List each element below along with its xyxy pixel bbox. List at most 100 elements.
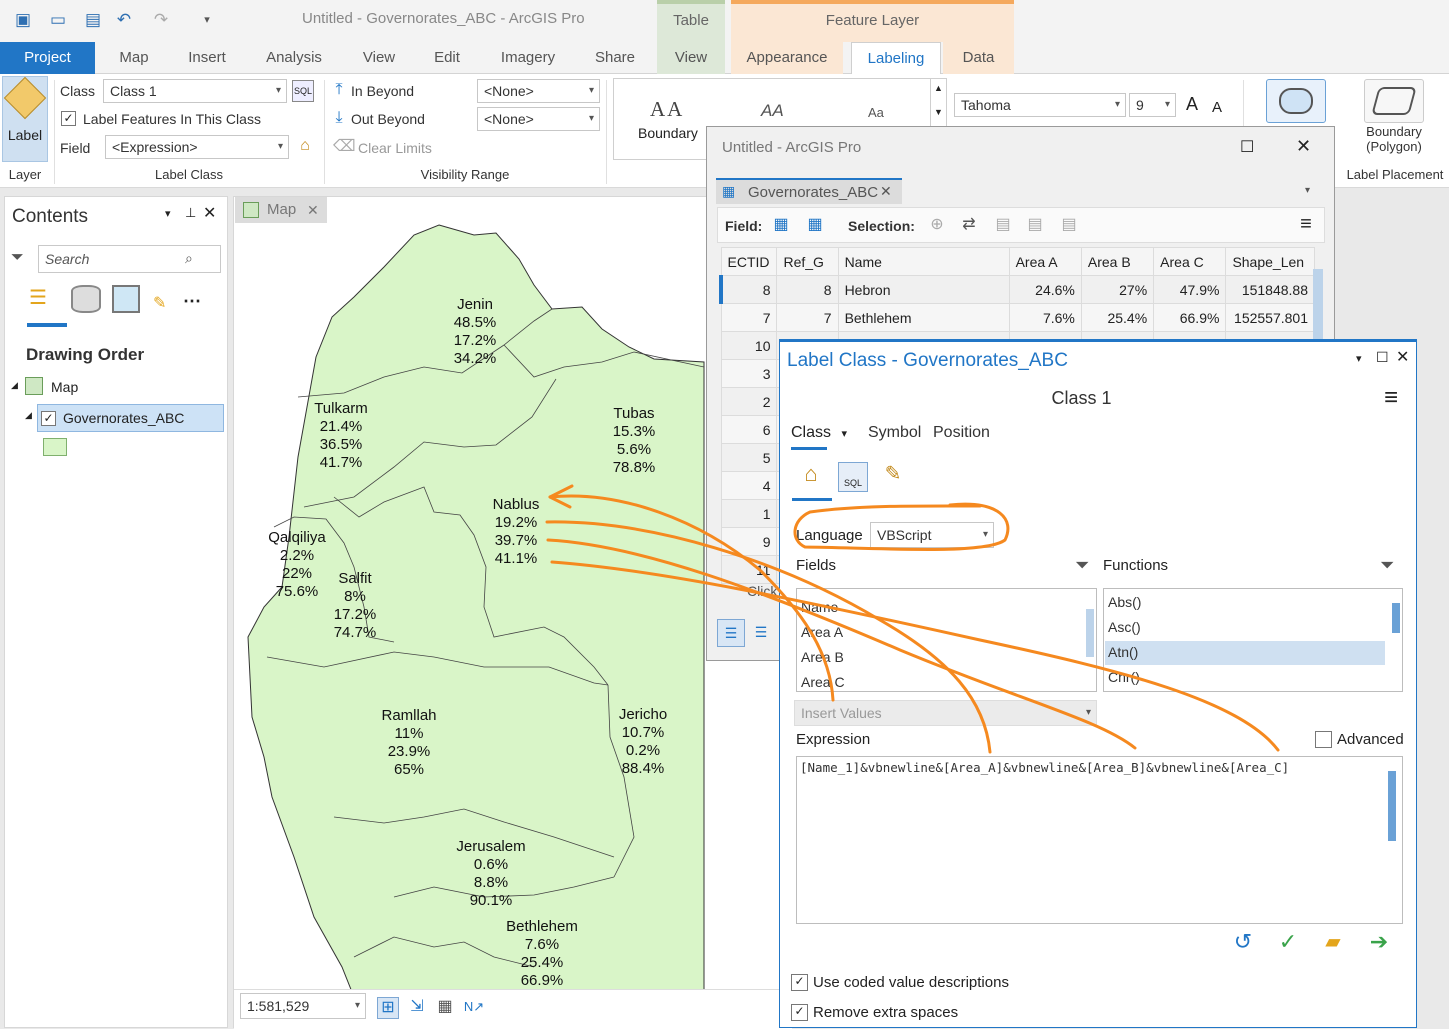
tab-symbol[interactable]: Symbol xyxy=(868,424,921,442)
gallery-down-icon[interactable]: ▼ xyxy=(931,107,946,117)
column-header[interactable]: Area C xyxy=(1153,247,1227,276)
out-beyond-button[interactable]: Out Beyond xyxy=(351,111,425,127)
table-cell[interactable]: 6 xyxy=(720,415,778,444)
table-cell[interactable]: 2 xyxy=(720,387,778,416)
grid-snap-icon[interactable]: ⊞ xyxy=(377,997,399,1019)
use-coded-checkbox[interactable]: ✓ xyxy=(791,974,808,991)
table-cell[interactable]: 151848.88 xyxy=(1225,275,1315,304)
advanced-checkbox[interactable] xyxy=(1315,731,1332,748)
table-cell[interactable]: 152557.801 xyxy=(1225,303,1315,332)
field-item-area-b[interactable]: Area B xyxy=(801,649,844,665)
table-cell[interactable]: 47.9% xyxy=(1153,275,1227,304)
list-by-drawing-order-icon[interactable]: ☰ xyxy=(29,285,61,313)
maximize-icon[interactable]: ☐ xyxy=(1376,349,1389,366)
table-tab[interactable]: ▦ Governorates_ABC ✕ xyxy=(716,178,902,204)
grow-font-icon[interactable]: A xyxy=(1181,94,1203,114)
list-by-selection-icon[interactable] xyxy=(112,285,140,313)
show-all-records-icon[interactable]: ☰ xyxy=(717,619,745,647)
scale-dropdown[interactable]: 1:581,529 xyxy=(240,993,366,1019)
table-icon[interactable]: ▦ xyxy=(434,997,456,1017)
font-size-dropdown[interactable]: 9 xyxy=(1129,93,1176,117)
tab-imagery[interactable]: Imagery xyxy=(488,42,568,74)
gallery-scroll[interactable]: ▲ ▼ xyxy=(930,78,947,128)
map-expand-icon[interactable]: ◢ xyxy=(11,380,18,391)
column-header[interactable]: Shape_Len xyxy=(1225,247,1315,276)
expression-scrollbar[interactable] xyxy=(1388,771,1396,841)
field-item-area-c[interactable]: Area C xyxy=(801,674,845,690)
label-button[interactable]: Label xyxy=(2,76,48,162)
remove-spaces-checkbox[interactable]: ✓ xyxy=(791,1004,808,1021)
clear-selection-icon[interactable]: ▤ xyxy=(992,215,1014,235)
tab-project[interactable]: Project xyxy=(0,42,95,74)
north-arrow-icon[interactable]: N↗ xyxy=(462,997,486,1017)
sql-query-icon[interactable]: SQL xyxy=(838,462,868,492)
apply-arrow-icon[interactable]: ➔ xyxy=(1366,931,1392,953)
switch-selection-icon[interactable]: ⇄ xyxy=(958,215,980,235)
clear-limits-button[interactable]: Clear Limits xyxy=(358,140,432,156)
tab-edit[interactable]: Edit xyxy=(424,42,470,74)
click-to-add-row[interactable]: Click xyxy=(747,583,777,599)
close-icon[interactable]: ✕ xyxy=(307,197,319,223)
calculate-field-icon[interactable]: ▦ xyxy=(804,215,826,235)
open-folder-icon[interactable]: ▭ xyxy=(47,10,69,30)
field-item-area-a[interactable]: Area A xyxy=(801,624,843,640)
redo-icon[interactable]: ↷ xyxy=(150,10,172,30)
show-selected-records-icon[interactable]: ☰ xyxy=(747,619,775,647)
layer-symbol-swatch[interactable] xyxy=(43,438,67,456)
tab-appearance[interactable]: Appearance xyxy=(731,42,843,74)
table-menu-icon[interactable]: ≡ xyxy=(1294,214,1318,234)
table-cell[interactable]: Hebron xyxy=(837,275,1010,304)
field-dropdown[interactable]: <Expression> xyxy=(105,135,289,159)
table-cell[interactable]: 11 xyxy=(720,555,778,584)
class-dropdown[interactable]: Class 1 xyxy=(103,79,287,103)
function-item[interactable]: Abs() xyxy=(1108,594,1141,610)
table-cell[interactable]: 24.6% xyxy=(1008,275,1082,304)
close-icon[interactable]: ✕ xyxy=(203,203,216,223)
functions-scrollbar[interactable] xyxy=(1392,603,1400,633)
tab-insert[interactable]: Insert xyxy=(176,42,238,74)
out-beyond-dropdown[interactable]: <None> xyxy=(477,107,600,131)
column-header[interactable]: Ref_G xyxy=(776,247,839,276)
customize-icon[interactable]: ▾ xyxy=(196,10,218,30)
out-beyond-icon[interactable]: ⤓ xyxy=(330,108,348,128)
gallery-up-icon[interactable]: ▲ xyxy=(931,83,946,93)
tab-view[interactable]: View xyxy=(349,42,409,74)
clear-limits-icon[interactable]: ⌫ xyxy=(333,137,356,157)
table-cell[interactable]: 8 xyxy=(719,275,778,304)
column-header[interactable]: Area A xyxy=(1008,247,1082,276)
table-row[interactable]: 8 8 Hebron 24.6% 27% 47.9% 151848.88 xyxy=(719,275,1315,304)
expression-textarea[interactable]: [Name_1]&vbnewline&[Area_A]&vbnewline&[A… xyxy=(796,756,1403,924)
pane-options-icon[interactable]: ▾ xyxy=(1356,352,1362,365)
tab-labeling[interactable]: Labeling xyxy=(851,42,941,74)
table-cell[interactable]: 7 xyxy=(720,303,778,332)
load-expression-icon[interactable]: ▰ xyxy=(1320,932,1346,952)
maximize-icon[interactable]: ☐ xyxy=(1240,137,1254,157)
tab-class[interactable]: Class ▾ xyxy=(791,424,847,442)
label-expression-icon[interactable]: ⌂ xyxy=(796,463,826,492)
tab-share[interactable]: Share xyxy=(585,42,645,74)
search-icon[interactable]: ⌕ xyxy=(185,250,193,267)
layer-visibility-checkbox[interactable]: ✓ xyxy=(41,411,56,426)
undo-icon[interactable]: ↶ xyxy=(113,10,135,30)
placement-option-1[interactable] xyxy=(1266,79,1326,123)
label-features-checkbox[interactable]: ✓ xyxy=(61,111,76,126)
table-cell[interactable]: 8 xyxy=(776,275,839,304)
tab-menu-icon[interactable]: ▾ xyxy=(1305,185,1310,196)
table-cell[interactable]: 4 xyxy=(720,471,778,500)
copy-selection-icon[interactable]: ▤ xyxy=(1058,215,1080,235)
column-header[interactable]: Name xyxy=(837,247,1010,276)
function-item[interactable]: Chr() xyxy=(1108,669,1140,685)
tab-data[interactable]: Data xyxy=(943,42,1014,74)
pane-menu-icon[interactable]: ≡ xyxy=(1384,384,1398,412)
table-cell[interactable]: 66.9% xyxy=(1153,303,1227,332)
more-options-icon[interactable]: ⋯ xyxy=(183,291,201,312)
function-item[interactable]: Asc() xyxy=(1108,619,1141,635)
functions-filter-icon[interactable]: ⏷ xyxy=(1380,555,1394,576)
language-dropdown[interactable]: VBScript xyxy=(870,522,994,548)
table-cell[interactable]: 27% xyxy=(1080,275,1155,304)
column-header[interactable]: Area B xyxy=(1080,247,1155,276)
table-cell[interactable]: 1 xyxy=(720,499,778,528)
layer-tree-item[interactable]: ✓ Governorates_ABC xyxy=(37,404,224,432)
pane-options-icon[interactable]: ▾ xyxy=(165,207,171,220)
tab-analysis[interactable]: Analysis xyxy=(256,42,332,74)
